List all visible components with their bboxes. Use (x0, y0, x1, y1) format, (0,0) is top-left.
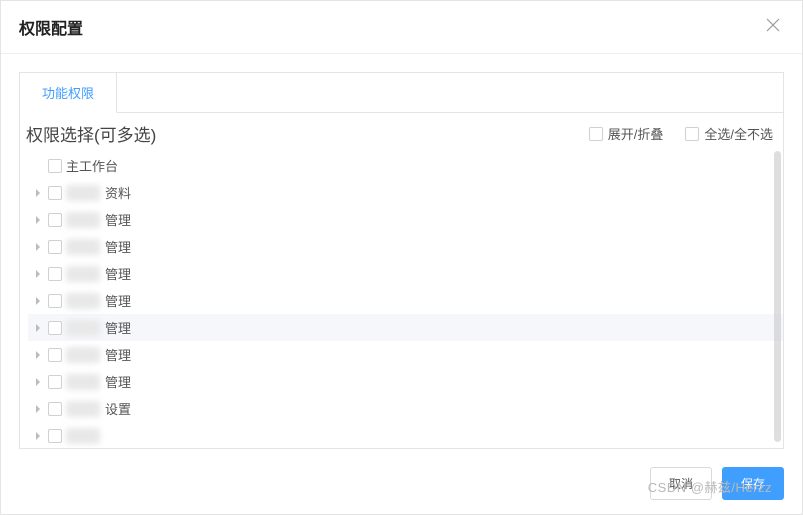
caret-right-icon[interactable] (32, 376, 44, 388)
checkbox-icon (589, 127, 603, 141)
checkbox-icon[interactable] (48, 186, 62, 200)
tree-node-label: 管理 (105, 210, 131, 229)
tree-node[interactable]: 管理 (28, 206, 783, 233)
tree-node[interactable]: 管理 (28, 314, 783, 341)
checkbox-icon[interactable] (48, 159, 62, 173)
tree-node[interactable]: 主工作台 (28, 152, 783, 179)
redacted-text (66, 212, 100, 228)
tree-node[interactable]: 管理 (28, 341, 783, 368)
tree-node-label: 管理 (105, 291, 131, 310)
redacted-text (66, 293, 100, 309)
scrollbar[interactable] (774, 151, 781, 442)
caret-right-icon[interactable] (32, 403, 44, 415)
tree-node-label: 资料 (105, 183, 131, 202)
redacted-text (66, 185, 100, 201)
expand-collapse-label: 展开/折叠 (608, 124, 664, 143)
checkbox-icon[interactable] (48, 321, 62, 335)
tree-node-label: 管理 (105, 318, 131, 337)
checkbox-icon[interactable] (48, 267, 62, 281)
tab-bar: 功能权限 (19, 72, 784, 113)
tree-panel: 权限选择(可多选) 展开/折叠 全选/全不选 主工作台资料管理管理管理管理管理管… (19, 113, 784, 449)
expand-collapse-toggle[interactable]: 展开/折叠 (589, 124, 664, 143)
checkbox-icon[interactable] (48, 375, 62, 389)
caret-right-icon[interactable] (32, 322, 44, 334)
tree-controls: 展开/折叠 全选/全不选 (589, 124, 773, 143)
select-all-toggle[interactable]: 全选/全不选 (685, 124, 773, 143)
tree-node-label: 管理 (105, 345, 131, 364)
caret-right-icon[interactable] (32, 268, 44, 280)
tree-header: 权限选择(可多选) 展开/折叠 全选/全不选 (20, 113, 783, 152)
tree-title: 权限选择(可多选) (26, 121, 156, 146)
dialog-title: 权限配置 (19, 15, 83, 39)
redacted-text (66, 239, 100, 255)
checkbox-icon[interactable] (48, 294, 62, 308)
redacted-text (66, 401, 100, 417)
tree-node[interactable]: 设置 (28, 395, 783, 422)
tree-list[interactable]: 主工作台资料管理管理管理管理管理管理管理设置 (20, 152, 783, 448)
select-all-label: 全选/全不选 (704, 124, 773, 143)
tree-node[interactable] (28, 422, 783, 448)
cancel-button[interactable]: 取消 (650, 467, 712, 500)
checkbox-icon[interactable] (48, 213, 62, 227)
caret-right-icon[interactable] (32, 349, 44, 361)
redacted-text (66, 266, 100, 282)
tree-node[interactable]: 资料 (28, 179, 783, 206)
dialog-body: 功能权限 权限选择(可多选) 展开/折叠 全选/全不选 主工作台资料管理管理管理… (1, 54, 802, 457)
checkbox-icon[interactable] (48, 240, 62, 254)
close-icon[interactable] (766, 18, 784, 36)
dialog-header: 权限配置 (1, 1, 802, 54)
checkbox-icon[interactable] (48, 402, 62, 416)
redacted-text (66, 320, 100, 336)
tree-node-label: 管理 (105, 237, 131, 256)
caret-right-icon[interactable] (32, 430, 44, 442)
tree-node[interactable]: 管理 (28, 287, 783, 314)
tree-node[interactable]: 管理 (28, 260, 783, 287)
checkbox-icon[interactable] (48, 348, 62, 362)
redacted-text (66, 347, 100, 363)
redacted-text (66, 428, 100, 444)
tree-node-label: 设置 (105, 399, 131, 418)
tree-node[interactable]: 管理 (28, 233, 783, 260)
caret-right-icon[interactable] (32, 187, 44, 199)
permission-dialog: 权限配置 功能权限 权限选择(可多选) 展开/折叠 全选/全不选 (0, 0, 803, 515)
dialog-footer: 取消 保存 (1, 457, 802, 514)
tree-node[interactable]: 管理 (28, 368, 783, 395)
tree-node-label: 管理 (105, 264, 131, 283)
checkbox-icon (685, 127, 699, 141)
save-button[interactable]: 保存 (722, 467, 784, 500)
tab-function-permission[interactable]: 功能权限 (20, 73, 117, 113)
caret-right-icon[interactable] (32, 241, 44, 253)
caret-right-icon[interactable] (32, 295, 44, 307)
caret-right-icon[interactable] (32, 214, 44, 226)
redacted-text (66, 374, 100, 390)
checkbox-icon[interactable] (48, 429, 62, 443)
tree-node-label: 管理 (105, 372, 131, 391)
tree-node-label: 主工作台 (66, 156, 118, 175)
